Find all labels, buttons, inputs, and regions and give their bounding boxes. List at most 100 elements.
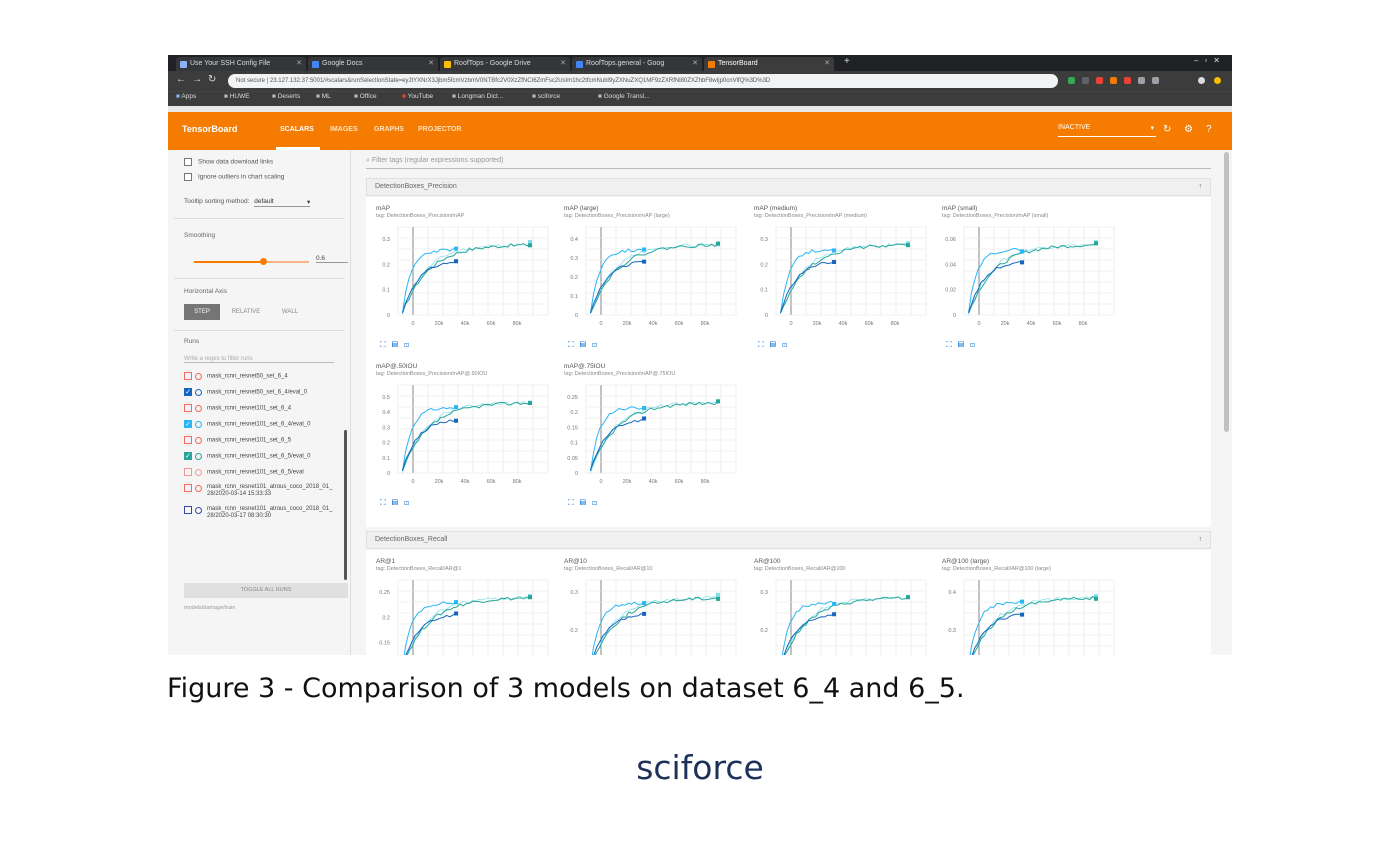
smoothing-slider[interactable] bbox=[194, 258, 309, 265]
run-item[interactable]: ✓ mask_rcnn_resnet101_set_6_5/eval_0 bbox=[184, 452, 310, 460]
group-header-recall[interactable]: DetectionBoxes_Recall ↑ bbox=[366, 531, 1211, 549]
chart-plot[interactable]: 0.40.30.2 bbox=[932, 574, 1120, 655]
smoothing-value[interactable]: 0.6 bbox=[316, 255, 348, 263]
data-toggle-icon[interactable]: ▤ bbox=[580, 498, 592, 507]
fit-domain-icon[interactable]: ⊡ bbox=[404, 498, 415, 507]
run-checkbox[interactable]: ✓ bbox=[184, 420, 192, 428]
run-color-icon[interactable] bbox=[195, 404, 202, 412]
run-item[interactable]: mask_rcnn_resnet101_atrous_coco_2018_01_… bbox=[184, 484, 335, 498]
close-tab-icon[interactable]: ✕ bbox=[824, 57, 830, 71]
extension-icon[interactable] bbox=[1152, 77, 1159, 84]
data-toggle-icon[interactable]: ▤ bbox=[392, 498, 404, 507]
tab-graphs[interactable]: GRAPHS bbox=[374, 126, 404, 133]
fit-domain-icon[interactable]: ⊡ bbox=[782, 340, 793, 349]
expand-icon[interactable]: ⛶ bbox=[758, 340, 770, 349]
chart-plot[interactable]: 0.06 0.04 0.02 0 0 20k 40k 60k 80k bbox=[932, 221, 1120, 333]
extension-icon[interactable] bbox=[1138, 77, 1145, 84]
close-tab-icon[interactable]: ✕ bbox=[560, 57, 566, 71]
run-checkbox[interactable]: ✓ bbox=[184, 388, 192, 396]
group-header-precision[interactable]: DetectionBoxes_Precision ↑ bbox=[366, 178, 1211, 196]
browser-tab[interactable]: Use Your SSH Config File ✕ bbox=[176, 57, 306, 71]
run-item[interactable]: ✓ mask_rcnn_resnet50_set_6_4/eval_0 bbox=[184, 388, 307, 396]
page-scrollbar[interactable] bbox=[1224, 152, 1229, 432]
tab-images[interactable]: IMAGES bbox=[330, 126, 358, 133]
expand-icon[interactable]: ⛶ bbox=[568, 340, 580, 349]
runs-scrollbar[interactable] bbox=[344, 430, 347, 580]
run-checkbox[interactable] bbox=[184, 484, 192, 492]
run-checkbox[interactable] bbox=[184, 468, 192, 476]
run-color-icon[interactable] bbox=[195, 372, 202, 380]
tag-filter-input[interactable]: ⌕ Filter tags (regular expressions suppo… bbox=[366, 154, 1211, 169]
refresh-icon[interactable]: ↻ bbox=[1163, 124, 1171, 135]
window-controls[interactable]: –▫✕ bbox=[1194, 56, 1226, 65]
extension-icon[interactable] bbox=[1082, 77, 1089, 84]
tab-scalars[interactable]: SCALARS bbox=[280, 126, 314, 133]
run-color-icon[interactable] bbox=[195, 468, 202, 476]
bookmark-item[interactable]: ■ Office bbox=[354, 93, 377, 100]
run-item[interactable]: mask_rcnn_resnet50_set_6_4 bbox=[184, 372, 288, 380]
expand-icon[interactable]: ⛶ bbox=[380, 498, 392, 507]
axis-wall-button[interactable]: WALL bbox=[272, 304, 308, 320]
run-color-icon[interactable] bbox=[195, 388, 202, 396]
chart-plot[interactable]: 0.25 0.2 0.15 0.1 0.05 0 0 20k 40k 60k 80k bbox=[554, 379, 742, 491]
run-color-icon[interactable] bbox=[195, 452, 202, 460]
run-color-icon[interactable] bbox=[195, 506, 202, 514]
run-item[interactable]: ✓ mask_rcnn_resnet101_set_6_4/eval_0 bbox=[184, 420, 310, 428]
chart-plot[interactable]: 0.3 0.2 0.1 0 0 20k 40k 60k 80k bbox=[744, 221, 932, 333]
run-color-icon[interactable] bbox=[195, 484, 202, 492]
run-checkbox[interactable] bbox=[184, 436, 192, 444]
checkbox[interactable] bbox=[184, 158, 192, 166]
data-toggle-icon[interactable]: ▤ bbox=[958, 340, 970, 349]
close-tab-icon[interactable]: ✕ bbox=[296, 57, 302, 71]
ignore-outliers-option[interactable]: Ignore outliers in chart scaling bbox=[184, 173, 284, 181]
run-checkbox[interactable] bbox=[184, 506, 192, 514]
slider-knob[interactable] bbox=[260, 258, 267, 265]
bookmark-item[interactable]: ■ HUWE bbox=[224, 93, 250, 100]
chart-plot[interactable]: 0.5 0.4 0.3 0.2 0.1 0 0 20k 40k 60k 80k bbox=[366, 379, 554, 491]
extension-icon[interactable] bbox=[1124, 77, 1131, 84]
browser-tab[interactable]: RoofTops - Google Drive ✕ bbox=[440, 57, 570, 71]
forward-icon[interactable]: → bbox=[192, 74, 202, 85]
fit-domain-icon[interactable]: ⊡ bbox=[592, 498, 603, 507]
back-icon[interactable]: ← bbox=[176, 74, 186, 85]
url-input[interactable]: Not secure | 23.127.132.37:5001/#scalars… bbox=[228, 74, 1058, 88]
chart-plot[interactable]: 0.30.20.1 bbox=[554, 574, 742, 655]
expand-icon[interactable]: ⛶ bbox=[380, 340, 392, 349]
expand-icon[interactable]: ⛶ bbox=[568, 498, 580, 507]
fit-domain-icon[interactable]: ⊡ bbox=[592, 340, 603, 349]
fit-domain-icon[interactable]: ⊡ bbox=[970, 340, 981, 349]
show-download-option[interactable]: Show data download links bbox=[184, 158, 273, 166]
chart-plot[interactable]: 0.3 0.2 0.1 0 0 20k 40k 60k 80k bbox=[366, 221, 554, 333]
extension-icon[interactable] bbox=[1110, 77, 1117, 84]
gear-icon[interactable]: ⚙ bbox=[1184, 124, 1193, 135]
chart-plot[interactable]: 0.4 0.3 0.2 0.1 0 0 20k 40k 60k 80k bbox=[554, 221, 742, 333]
runs-filter-input[interactable]: Write a regex to filter runs bbox=[184, 356, 334, 363]
profile-avatar[interactable] bbox=[1198, 77, 1205, 84]
bookmark-item[interactable]: ■ Longman Dict... bbox=[452, 93, 503, 100]
bookmark-item[interactable]: ■ ML bbox=[316, 93, 331, 100]
bookmark-item[interactable]: ■ YouTube bbox=[402, 93, 433, 100]
run-color-icon[interactable] bbox=[195, 436, 202, 444]
chart-plot[interactable]: 0.30.20.1 bbox=[744, 574, 932, 655]
chart-plot[interactable]: 0.250.20.150.1 bbox=[366, 574, 554, 655]
axis-relative-button[interactable]: RELATIVE bbox=[224, 304, 268, 320]
browser-tab[interactable]: RoofTops.general - Goog ✕ bbox=[572, 57, 702, 71]
extension-icon[interactable] bbox=[1068, 77, 1075, 84]
extension-icon[interactable] bbox=[1096, 77, 1103, 84]
menu-icon[interactable] bbox=[1214, 77, 1221, 84]
help-icon[interactable]: ? bbox=[1206, 124, 1212, 135]
run-checkbox[interactable] bbox=[184, 404, 192, 412]
status-dropdown[interactable]: INACTIVE ▾ bbox=[1058, 124, 1156, 137]
axis-step-button[interactable]: STEP bbox=[184, 304, 220, 320]
data-toggle-icon[interactable]: ▤ bbox=[392, 340, 404, 349]
tab-projector[interactable]: PROJECTOR bbox=[418, 126, 461, 133]
tooltip-select[interactable]: default ▾ bbox=[254, 198, 311, 207]
browser-tab[interactable]: Google Docs ✕ bbox=[308, 57, 438, 71]
close-tab-icon[interactable]: ✕ bbox=[692, 57, 698, 71]
browser-tab[interactable]: TensorBoard ✕ bbox=[704, 57, 834, 71]
run-item[interactable]: mask_rcnn_resnet101_atrous_coco_2018_01_… bbox=[184, 506, 335, 520]
new-tab-button[interactable]: + bbox=[844, 56, 850, 67]
bookmark-item[interactable]: ■ Apps bbox=[176, 93, 196, 100]
close-tab-icon[interactable]: ✕ bbox=[428, 57, 434, 71]
data-toggle-icon[interactable]: ▤ bbox=[580, 340, 592, 349]
